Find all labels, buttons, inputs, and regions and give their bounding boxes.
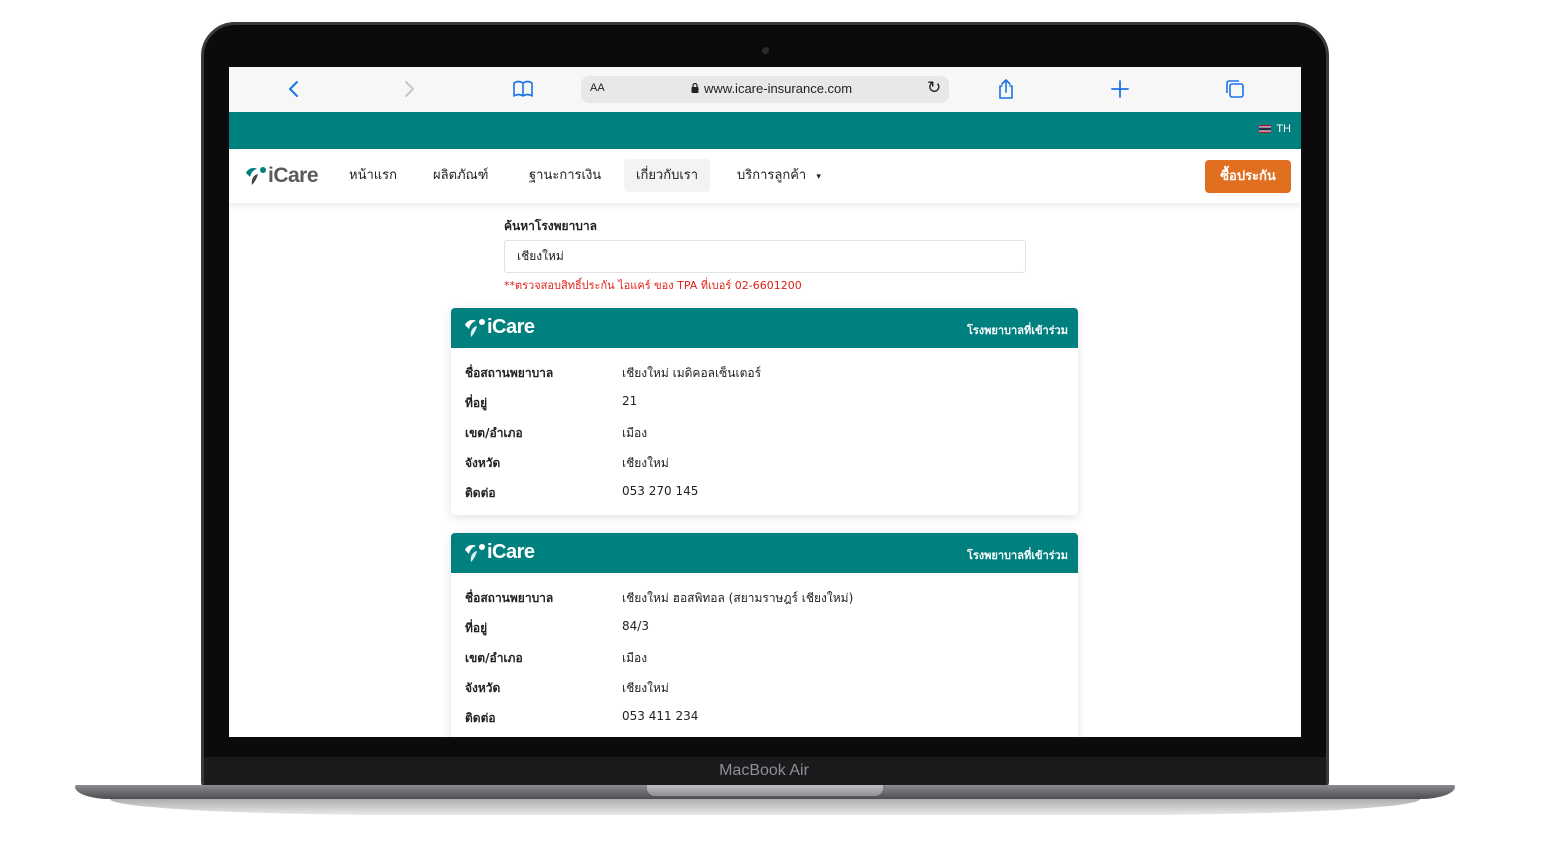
url-text: www.icare-insurance.com [704, 81, 853, 96]
logo-mark-icon [465, 543, 485, 562]
laptop-notch [647, 785, 883, 796]
screen: AA www.icare-insurance.com ↻ TH iCare หน… [229, 67, 1301, 737]
device-mockup: MacBook Air AA www.icare-insurance.com ↻ [0, 0, 1562, 841]
logo-text: iCare [268, 164, 319, 187]
row-key: ที่อยู่ [465, 396, 488, 410]
district-row: เขต/อำเภอ เมือง [451, 647, 1078, 677]
row-key: ที่อยู่ [465, 621, 488, 635]
reader-aa-button[interactable]: AA [590, 82, 605, 94]
row-value: เชียงใหม่ เมดิคอลเซ็นเตอร์ [622, 366, 762, 380]
hospital-name-row: ชื่อสถานพยาบาล เชียงใหม่ เมดิคอลเซ็นเตอร… [451, 362, 1078, 392]
device-label: MacBook Air [719, 762, 809, 779]
site-logo[interactable]: iCare [244, 163, 319, 189]
chevron-down-icon: ▾ [816, 172, 821, 182]
row-key: ติดต่อ [465, 711, 496, 725]
row-key: จังหวัด [465, 456, 501, 470]
nav-item-financial-status[interactable]: ฐานะการเงิน [517, 159, 613, 192]
row-value: 84/3 [622, 619, 649, 633]
row-value: เชียงใหม่ ฮอสพิทอล (สยามราษฎร์ เชียงใหม่… [622, 591, 854, 605]
card-header: iCare โรงพยาบาลที่เข้าร่วม [451, 308, 1078, 348]
hospital-search-input[interactable] [504, 240, 1026, 273]
thai-flag-icon [1259, 125, 1272, 133]
tabs-icon[interactable] [1223, 77, 1247, 101]
language-switch[interactable]: TH [1259, 123, 1291, 135]
camera-icon [762, 47, 769, 54]
browser-toolbar: AA www.icare-insurance.com ↻ [229, 67, 1301, 112]
hospital-card: iCare โรงพยาบาลที่เข้าร่วม ชื่อสถานพยาบา… [451, 308, 1078, 515]
province-row: จังหวัด เชียงใหม่ [451, 452, 1078, 482]
row-key: ชื่อสถานพยาบาล [465, 366, 554, 380]
language-label: TH [1276, 123, 1291, 135]
contact-row: ติดต่อ 053 270 145 [451, 482, 1078, 512]
logo-mark-icon [465, 318, 485, 337]
logo-mark-icon [246, 167, 266, 185]
card-logo-text: iCare [487, 541, 535, 563]
top-bar: TH [229, 112, 1301, 149]
search-label: ค้นหาโรงพยาบาล [504, 219, 598, 233]
row-value: เชียงใหม่ [622, 681, 669, 695]
card-logo-text: iCare [487, 316, 535, 338]
back-icon[interactable] [282, 77, 306, 101]
row-key: ชื่อสถานพยาบาล [465, 591, 554, 605]
row-value: 053 270 145 [622, 484, 699, 498]
row-value: เมือง [622, 651, 648, 665]
lock-icon [691, 83, 699, 93]
card-header: iCare โรงพยาบาลที่เข้าร่วม [451, 533, 1078, 573]
reload-icon[interactable]: ↻ [927, 78, 941, 98]
share-icon[interactable] [994, 77, 1018, 101]
row-key: จังหวัด [465, 681, 501, 695]
row-value: 053 411 234 [622, 709, 699, 723]
nav-item-home[interactable]: หน้าแรก [337, 159, 409, 192]
nav-item-products[interactable]: ผลิตภัณฑ์ [421, 159, 500, 192]
province-row: จังหวัด เชียงใหม่ [451, 677, 1078, 707]
address-bar[interactable]: AA www.icare-insurance.com ↻ [581, 76, 949, 103]
card-logo: iCare [463, 316, 535, 339]
hospital-name-row: ชื่อสถานพยาบาล เชียงใหม่ ฮอสพิทอล (สยามร… [451, 587, 1078, 617]
main-nav: iCare หน้าแรก ผลิตภัณฑ์ ฐานะการเงิน เกี่… [229, 149, 1301, 203]
hospital-card: iCare โรงพยาบาลที่เข้าร่วม ชื่อสถานพยาบา… [451, 533, 1078, 737]
forward-icon[interactable] [397, 77, 421, 101]
card-logo: iCare [463, 541, 535, 564]
participating-hospital-tag: โรงพยาบาลที่เข้าร่วม [966, 324, 1068, 337]
row-key: ติดต่อ [465, 486, 496, 500]
nav-item-customer-service[interactable]: บริการลูกค้า ▾ [725, 159, 833, 192]
bookmarks-icon[interactable] [511, 77, 535, 101]
address-row: ที่อยู่ 21 [451, 392, 1078, 422]
row-value: เชียงใหม่ [622, 456, 669, 470]
laptop-base-shadow [110, 799, 1420, 815]
nav-item-about-us[interactable]: เกี่ยวกับเรา [624, 159, 711, 192]
participating-hospital-tag: โรงพยาบาลที่เข้าร่วม [966, 549, 1068, 562]
row-value: เมือง [622, 426, 648, 440]
district-row: เขต/อำเภอ เมือง [451, 422, 1078, 452]
new-tab-icon[interactable] [1108, 77, 1132, 101]
address-row: ที่อยู่ 84/3 [451, 617, 1078, 647]
buy-insurance-button[interactable]: ซื้อประกัน [1205, 160, 1291, 193]
row-key: เขต/อำเภอ [465, 426, 523, 440]
row-key: เขต/อำเภอ [465, 651, 523, 665]
contact-row: ติดต่อ 053 411 234 [451, 707, 1078, 737]
tpa-note: **ตรวจสอบสิทธิ์ประกัน ไอแคร์ ของ TPA ที่… [504, 279, 802, 292]
row-value: 21 [622, 394, 638, 408]
nav-item-customer-service-label: บริการลูกค้า [737, 168, 807, 183]
